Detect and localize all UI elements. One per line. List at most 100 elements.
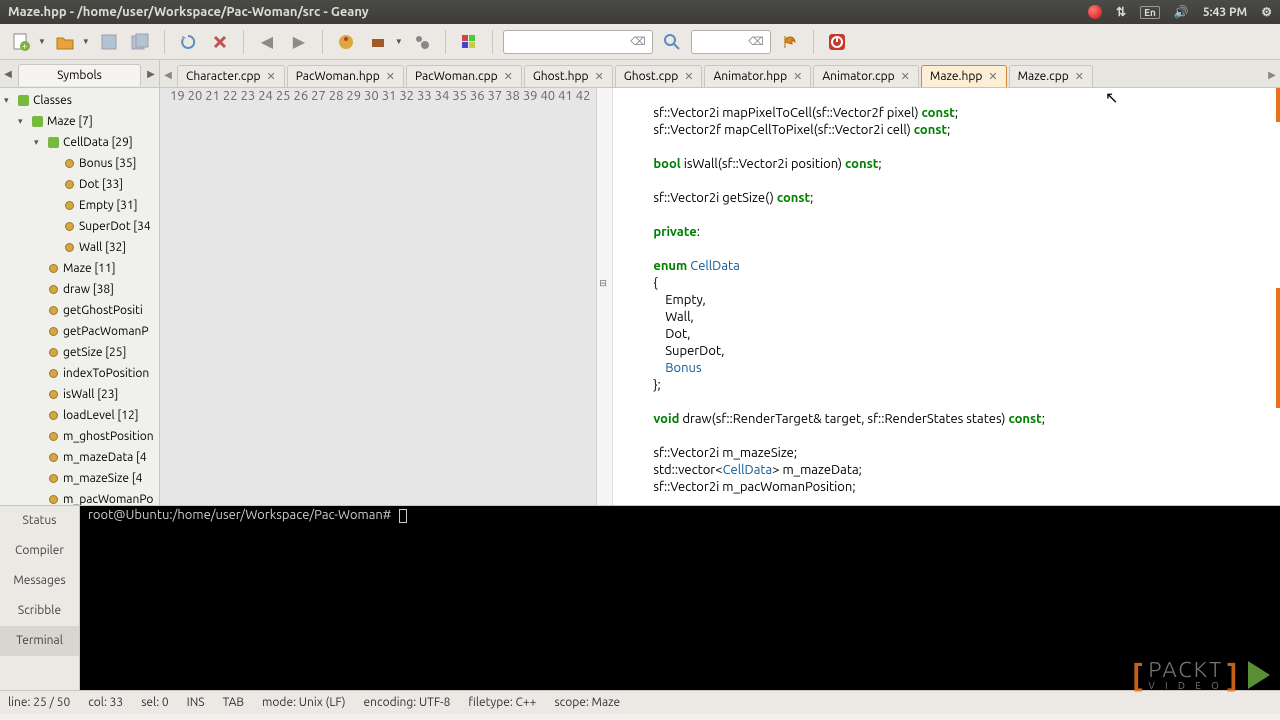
tree-leaf[interactable]: Maze [11] xyxy=(63,262,116,275)
tree-node-classes[interactable]: Classes xyxy=(33,94,72,107)
reload-button[interactable] xyxy=(175,29,201,55)
dropdown-icon[interactable]: ▼ xyxy=(38,37,46,46)
code-editor[interactable]: 19 20 21 22 23 24 25 26 27 28 29 30 31 3… xyxy=(160,88,1280,505)
search-button[interactable] xyxy=(659,29,685,55)
goto-button[interactable] xyxy=(777,29,803,55)
close-icon[interactable]: ✕ xyxy=(988,70,997,83)
tree-leaf[interactable]: m_pacWomanPo xyxy=(63,493,153,505)
status-filetype: filetype: C++ xyxy=(468,696,536,709)
color-picker-button[interactable] xyxy=(456,29,482,55)
search-input[interactable]: ⌫ xyxy=(503,30,653,54)
message-tab-scribble[interactable]: Scribble xyxy=(0,596,79,626)
close-icon[interactable]: ✕ xyxy=(901,70,910,83)
tab-label: Ghost.hpp xyxy=(533,70,589,83)
tree-leaf[interactable]: loadLevel [12] xyxy=(63,409,139,422)
terminal-prompt: root@Ubuntu:/home/user/Workspace/Pac-Wom… xyxy=(88,508,391,522)
tree-leaf[interactable]: m_mazeData [4 xyxy=(63,451,147,464)
compile-button[interactable] xyxy=(333,29,359,55)
status-tab: TAB xyxy=(223,696,244,709)
editor-tab[interactable]: Character.cpp ✕ xyxy=(177,65,285,87)
tree-leaf[interactable]: getPacWomanP xyxy=(63,325,149,338)
sidebar-tab-symbols[interactable]: Symbols xyxy=(18,64,141,86)
tree-node-maze[interactable]: Maze [7] xyxy=(47,115,93,128)
status-col: col: 33 xyxy=(88,696,123,709)
tree-leaf[interactable]: getGhostPositi xyxy=(63,304,143,317)
quit-button[interactable] xyxy=(824,29,850,55)
close-icon[interactable]: ✕ xyxy=(1075,70,1084,83)
tree-leaf[interactable]: getSize [25] xyxy=(63,346,126,359)
close-icon[interactable]: ✕ xyxy=(386,70,395,83)
editor-tab[interactable]: Ghost.hpp ✕ xyxy=(524,65,613,87)
tree-leaf[interactable]: SuperDot [34 xyxy=(79,220,151,233)
tab-label: Maze.cpp xyxy=(1018,70,1069,83)
symbols-tree[interactable]: ▾Classes ▾Maze [7] ▾CellData [29] Bonus … xyxy=(0,88,159,505)
goto-line-input[interactable]: ⌫ xyxy=(691,30,771,54)
tree-leaf[interactable]: m_ghostPosition xyxy=(63,430,154,443)
tab-label: Character.cpp xyxy=(186,70,261,83)
tree-leaf[interactable]: isWall [23] xyxy=(63,388,118,401)
close-icon[interactable]: ✕ xyxy=(504,70,513,83)
editor-tab[interactable]: Ghost.cpp ✕ xyxy=(615,65,703,87)
network-icon[interactable]: ⇅ xyxy=(1116,5,1126,19)
fold-collapse-icon[interactable]: ⊟ xyxy=(599,275,607,292)
tree-node-celldata[interactable]: CellData [29] xyxy=(63,136,133,149)
tree-leaf[interactable]: Empty [31] xyxy=(79,199,138,212)
build-button[interactable] xyxy=(365,29,391,55)
dropdown-icon[interactable]: ▼ xyxy=(82,37,90,46)
tab-scroll-left[interactable]: ◀ xyxy=(160,69,176,87)
editor-tab[interactable]: PacWoman.cpp ✕ xyxy=(406,65,522,87)
tree-leaf[interactable]: Wall [32] xyxy=(79,241,126,254)
editor-tab[interactable]: Maze.hpp ✕ xyxy=(921,65,1007,87)
message-tabs: StatusCompilerMessagesScribbleTerminal xyxy=(0,506,80,690)
editor-tab[interactable]: Maze.cpp ✕ xyxy=(1009,65,1093,87)
tab-label: PacWoman.cpp xyxy=(415,70,498,83)
editor-tab[interactable]: Animator.hpp ✕ xyxy=(704,65,811,87)
tree-leaf[interactable]: Dot [33] xyxy=(79,178,123,191)
message-tab-status[interactable]: Status xyxy=(0,506,79,536)
tab-label: Maze.hpp xyxy=(930,70,982,83)
fold-gutter[interactable]: ⊟ xyxy=(597,88,613,505)
close-icon[interactable]: ✕ xyxy=(684,70,693,83)
tab-label: Ghost.cpp xyxy=(624,70,678,83)
tree-leaf[interactable]: draw [38] xyxy=(63,283,114,296)
nav-back-button[interactable]: ◀ xyxy=(254,29,280,55)
volume-icon[interactable]: 🔊 xyxy=(1174,5,1189,19)
tab-scroll-left[interactable]: ◀ xyxy=(0,68,16,80)
nav-forward-button[interactable]: ▶ xyxy=(286,29,312,55)
editor-tab[interactable]: PacWoman.hpp✕ xyxy=(287,65,404,87)
code-content[interactable]: sf::Vector2i mapPixelToCell(sf::Vector2f… xyxy=(613,88,1280,505)
message-tab-terminal[interactable]: Terminal xyxy=(0,626,79,656)
close-button[interactable] xyxy=(207,29,233,55)
terminal[interactable]: root@Ubuntu:/home/user/Workspace/Pac-Wom… xyxy=(80,506,1280,690)
open-file-button[interactable] xyxy=(52,29,78,55)
tab-scroll-right[interactable]: ▶ xyxy=(1264,69,1280,87)
editor-tabstrip: ◀ Character.cpp✕PacWoman.hpp✕PacWoman.cp… xyxy=(160,60,1280,88)
language-indicator[interactable]: En xyxy=(1140,6,1160,19)
change-marker xyxy=(1276,288,1280,408)
clock[interactable]: 5:43 PM xyxy=(1203,6,1247,19)
terminal-cursor xyxy=(399,509,407,523)
tree-leaf[interactable]: m_mazeSize [4 xyxy=(63,472,142,485)
record-icon[interactable] xyxy=(1088,5,1102,19)
close-icon[interactable]: ✕ xyxy=(595,70,604,83)
close-icon[interactable]: ✕ xyxy=(267,70,276,83)
clear-icon[interactable]: ⌫ xyxy=(630,35,646,48)
editor-tab[interactable]: Animator.cpp✕ xyxy=(813,65,919,87)
tab-scroll-right[interactable]: ▶ xyxy=(143,68,159,80)
dropdown-icon[interactable]: ▼ xyxy=(395,37,403,46)
new-file-button[interactable]: + xyxy=(8,29,34,55)
close-icon[interactable]: ✕ xyxy=(793,70,802,83)
message-tab-messages[interactable]: Messages xyxy=(0,566,79,596)
tab-label: Animator.hpp xyxy=(713,70,787,83)
save-all-button[interactable] xyxy=(128,29,154,55)
message-tab-compiler[interactable]: Compiler xyxy=(0,536,79,566)
clear-icon[interactable]: ⌫ xyxy=(748,35,764,48)
tree-leaf[interactable]: indexToPosition xyxy=(63,367,149,380)
execute-button[interactable] xyxy=(409,29,435,55)
line-gutter: 19 20 21 22 23 24 25 26 27 28 29 30 31 3… xyxy=(160,88,597,505)
svg-text:+: + xyxy=(22,41,27,51)
save-button[interactable] xyxy=(96,29,122,55)
settings-gear-icon[interactable]: ⚙ xyxy=(1261,5,1272,19)
status-line: line: 25 / 50 xyxy=(8,696,70,709)
tree-leaf[interactable]: Bonus [35] xyxy=(79,157,136,170)
